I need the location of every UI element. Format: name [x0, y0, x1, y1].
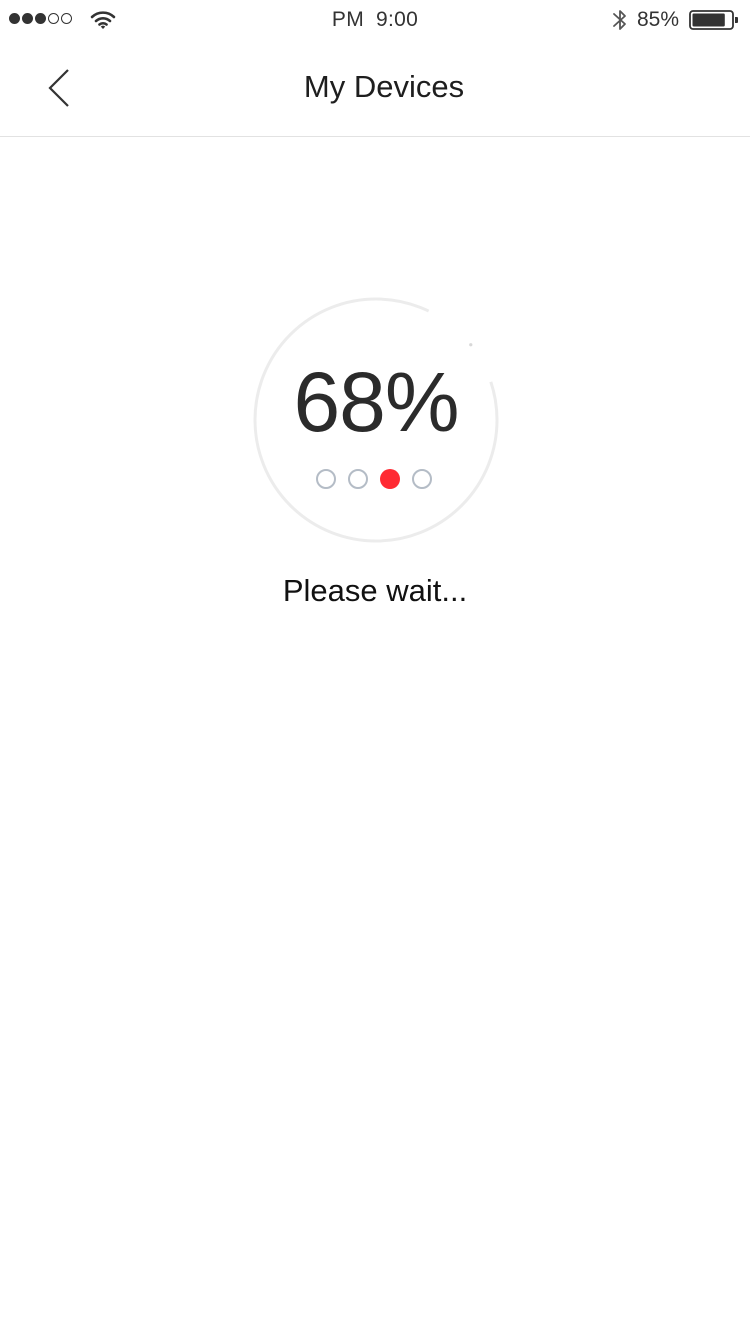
step-dot [348, 469, 368, 489]
status-ampm: PM [331, 8, 365, 31]
status-bar: PM 9:00 85% [0, 0, 750, 40]
navigation-bar: My Devices [0, 40, 750, 137]
battery-percentage: 85% [637, 8, 680, 31]
step-dot [316, 469, 336, 489]
progress-indicator: 68% [250, 294, 502, 546]
progress-percentage: 68% [293, 355, 459, 449]
step-indicator [316, 469, 432, 489]
step-dot-active [380, 469, 400, 489]
bluetooth-icon [613, 10, 626, 30]
battery-icon [689, 10, 738, 30]
status-time: 9:00 [376, 8, 419, 31]
status-message: Please wait... [282, 573, 468, 608]
step-dot [412, 469, 432, 489]
page-title: My Devices [303, 69, 465, 104]
